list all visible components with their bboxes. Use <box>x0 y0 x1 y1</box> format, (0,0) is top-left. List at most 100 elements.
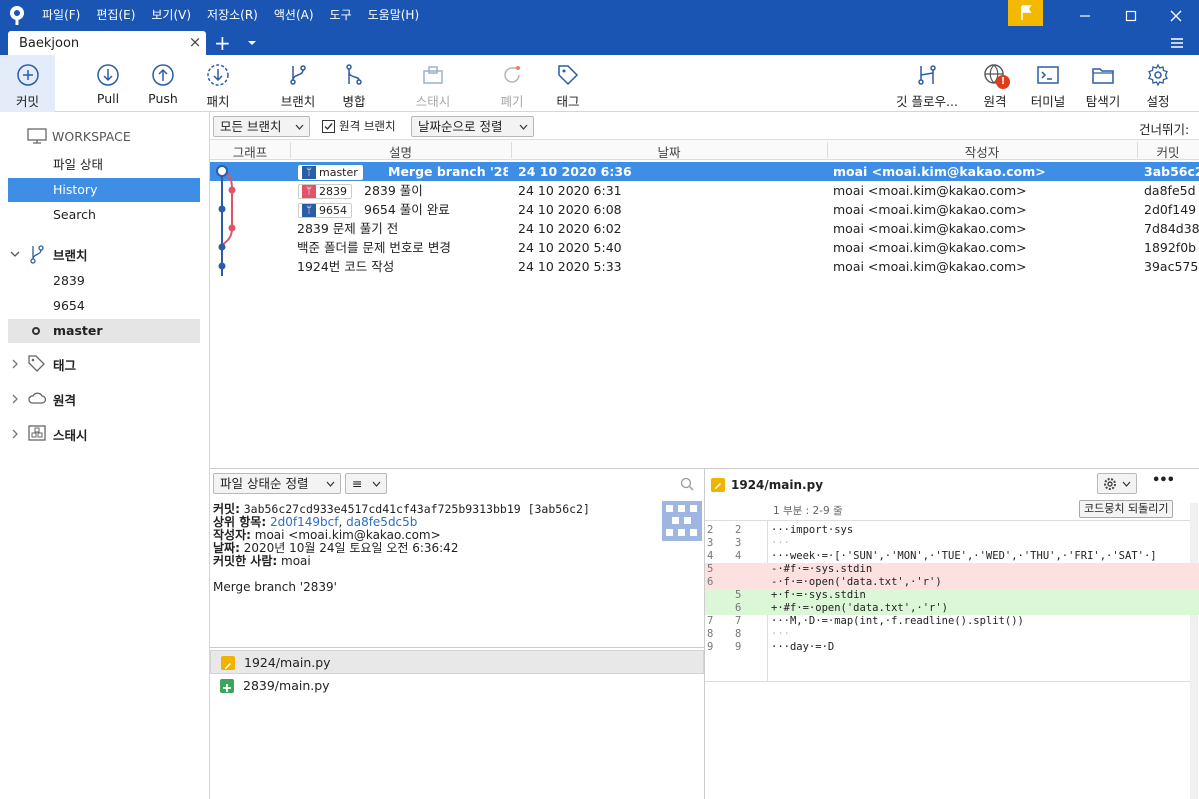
sidebar-item-search[interactable]: Search <box>8 203 200 227</box>
sidebar: WORKSPACE 파일 상태 History Search 브랜치 2839 … <box>0 112 210 799</box>
merge-label: 병합 <box>342 94 366 109</box>
old-line-number: 4 <box>707 550 714 562</box>
tag-button[interactable]: 태그 <box>545 55 591 112</box>
col-graph-header[interactable]: 그래프 <box>210 142 290 160</box>
menu-file[interactable]: 파일(F) <box>34 0 88 31</box>
list-view-dropdown[interactable]: ≡ <box>345 473 387 494</box>
tags-expand-icon[interactable] <box>11 359 19 369</box>
panel-divider <box>210 647 704 648</box>
new-line-number: 2 <box>735 524 742 536</box>
tag-text: master <box>319 166 358 179</box>
commit-row[interactable]: ᛘ 2839 2839 풀이 24 10 2020 6:31 moai <moai… <box>210 181 1199 200</box>
tab-close-icon[interactable]: × <box>188 34 202 50</box>
commit-row[interactable]: 백준 폴더를 문제 번호로 변경 24 10 2020 5:40 moai <m… <box>210 238 1199 257</box>
line-code: +·f·=·sys.stdin <box>771 589 866 601</box>
remote-label: 원격 <box>983 94 1007 109</box>
search-icon[interactable] <box>680 477 694 491</box>
hamburger-menu-icon[interactable] <box>1170 36 1184 50</box>
close-window-button[interactable] <box>1153 0 1198 31</box>
remote-branches-label: 원격 브랜치 <box>339 119 396 133</box>
explorer-button[interactable]: 탐색기 <box>1078 55 1128 112</box>
terminal-button[interactable]: 터미널 <box>1025 55 1071 112</box>
line-code: ···M,·D·=·map(int,·f.readline().split()) <box>771 615 1024 627</box>
commit-full-hash: 3ab56c27cd933e4517cd41cf43af725b9313bb19… <box>243 502 590 516</box>
col-desc-header[interactable]: 설명 <box>290 142 511 160</box>
menu-edit[interactable]: 편집(E) <box>88 0 143 31</box>
merge-button[interactable]: 병합 <box>331 55 377 112</box>
more-options-button[interactable]: ••• <box>1152 473 1175 488</box>
hunk-header: 1 부분 : 2-9 줄 코드뭉치 되돌리기 <box>705 499 1190 521</box>
sort-dropdown[interactable]: 날짜순으로 정렬 <box>411 116 534 137</box>
discard-label: 폐기 <box>500 94 524 109</box>
terminal-icon <box>1037 66 1059 84</box>
new-tab-button[interactable]: + <box>214 31 231 55</box>
commit-row[interactable]: 2839 문제 풀기 전 24 10 2020 6:02 moai <moai.… <box>210 219 1199 238</box>
col-author-header[interactable]: 작성자 <box>827 142 1137 160</box>
commit-row[interactable]: ᛘ 9654 9654 풀이 완료 24 10 2020 6:08 moai <m… <box>210 200 1199 219</box>
pull-button[interactable]: Pull <box>85 55 131 112</box>
hunk-end-divider <box>705 681 1190 682</box>
notification-flag-button[interactable] <box>1008 0 1043 26</box>
commit-date: 24 10 2020 6:31 <box>518 183 622 198</box>
push-arrow-up-icon <box>152 64 174 86</box>
workspace-header: WORKSPACE <box>52 129 131 144</box>
explorer-label: 탐색기 <box>1085 94 1121 109</box>
branch-tag-icon: ᛘ <box>302 185 316 198</box>
stash-expand-icon[interactable] <box>11 429 19 439</box>
commit-desc: 2839 풀이 <box>364 183 423 198</box>
stash-header[interactable]: 스태시 <box>53 425 88 444</box>
sidebar-item-file-status[interactable]: 파일 상태 <box>8 153 200 177</box>
discard-button[interactable]: 폐기 <box>489 55 535 112</box>
file-path: 1924/main.py <box>244 655 331 670</box>
date-value: 2020년 10월 24일 토요일 오전 6:36:42 <box>243 541 459 555</box>
menu-tools[interactable]: 도구 <box>322 0 360 31</box>
remotes-expand-icon[interactable] <box>11 394 19 404</box>
sidebar-branch-master[interactable]: master <box>8 319 200 343</box>
gitflow-button[interactable]: 깃 플로우... <box>890 55 964 112</box>
push-label: Push <box>148 91 178 106</box>
sidebar-branch-9654[interactable]: 9654 <box>8 294 200 318</box>
diff-options-dropdown[interactable] <box>1097 473 1137 494</box>
tab-baekjoon[interactable]: Baekjoon × <box>8 31 206 55</box>
parent-link[interactable]: da8fe5dc5b <box>346 515 417 529</box>
remote-button[interactable]: ! 원격 <box>972 55 1018 112</box>
tab-dropdown-icon[interactable] <box>247 39 257 47</box>
branch-label: 브랜치 <box>280 94 316 109</box>
col-commit-header[interactable]: 커밋 <box>1137 142 1199 160</box>
commit-hash: 3ab56c2 <box>1144 164 1199 179</box>
commit-author: moai <moai.kim@kakao.com> <box>833 221 1027 236</box>
sidebar-item-history[interactable]: History <box>8 178 200 202</box>
commit-row[interactable]: ᛘmaster Merge branch '2839' 24 10 2020 6… <box>210 162 1199 181</box>
maximize-button[interactable] <box>1108 0 1153 31</box>
tag-icon <box>28 355 45 372</box>
line-code: ···week·=·[·'SUN',·'MON',·'TUE',·'WED',·… <box>771 550 1157 562</box>
file-sort-dropdown[interactable]: 파일 상태순 정렬 <box>213 473 341 494</box>
menu-bar: 파일(F) 편집(E) 보기(V) 저장소(R) 액션(A) 도구 도움말(H) <box>34 0 427 31</box>
sidebar-branch-2839[interactable]: 2839 <box>8 269 200 293</box>
commit-author: moai <moai.kim@kakao.com> <box>833 183 1027 198</box>
branch-filter-dropdown[interactable]: 모든 브랜치 <box>213 116 310 137</box>
col-date-header[interactable]: 날짜 <box>511 142 827 160</box>
branch-button[interactable]: 브랜치 <box>274 55 322 112</box>
commit-row[interactable]: 1924번 코드 작성 24 10 2020 5:33 moai <moai.k… <box>210 257 1199 276</box>
tags-header[interactable]: 태그 <box>53 355 76 374</box>
branches-header[interactable]: 브랜치 <box>53 245 88 264</box>
stash-button[interactable]: 스태시 <box>405 55 461 112</box>
menu-view[interactable]: 보기(V) <box>143 0 199 31</box>
revert-hunk-button[interactable]: 코드뭉치 되돌리기 <box>1079 500 1174 518</box>
menu-help[interactable]: 도움말(H) <box>360 0 428 31</box>
fetch-button[interactable]: 패치 <box>195 55 241 112</box>
changed-file-item[interactable]: 1924/main.py <box>210 650 704 674</box>
changed-file-item[interactable]: 2839/main.py <box>210 674 704 698</box>
remotes-header[interactable]: 원격 <box>53 390 76 409</box>
menu-repository[interactable]: 저장소(R) <box>199 0 266 31</box>
parent-link[interactable]: 2d0f149bcf <box>270 515 338 529</box>
remote-branches-checkbox[interactable]: 원격 브랜치 <box>322 118 396 134</box>
commit-button[interactable]: 커밋 <box>0 55 55 112</box>
minimize-button[interactable] <box>1062 0 1107 31</box>
stash-icon <box>28 425 46 441</box>
menu-actions[interactable]: 액션(A) <box>266 0 322 31</box>
push-button[interactable]: Push <box>140 55 186 112</box>
branches-expand-icon[interactable] <box>10 250 20 258</box>
settings-button[interactable]: 설정 <box>1135 55 1181 112</box>
